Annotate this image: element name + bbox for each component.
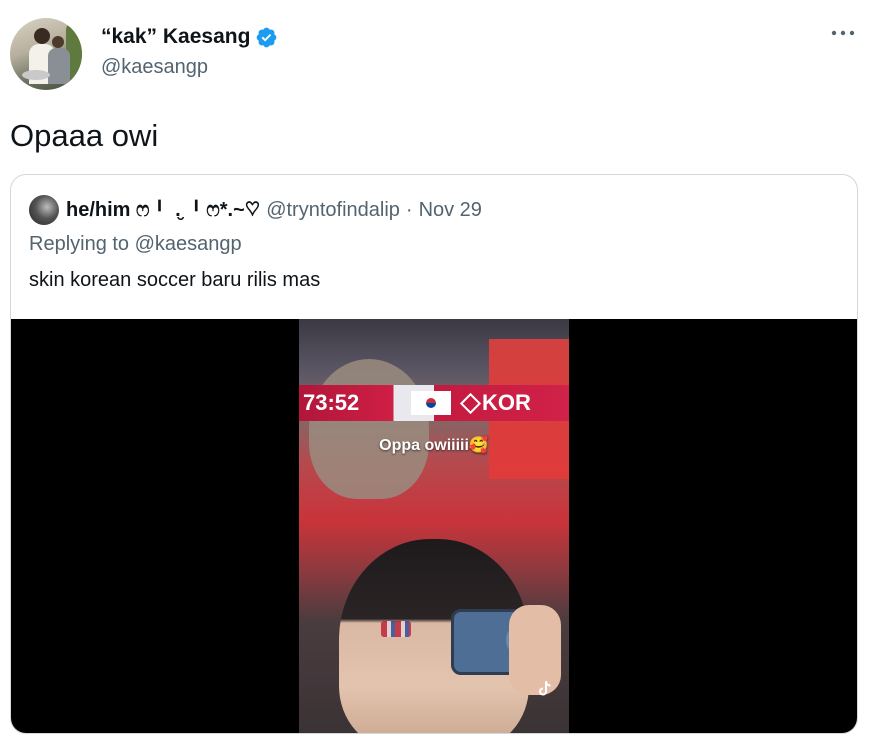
more-options-icon[interactable] — [830, 28, 856, 38]
score-bar: 73:52 KOR — [299, 385, 569, 421]
video-frame: 73:52 KOR Oppa owiiiii🥰 — [299, 319, 569, 733]
author-avatar[interactable] — [10, 18, 82, 90]
tiktok-icon — [539, 680, 551, 696]
author-name-row[interactable]: “kak” Kaesang — [101, 24, 278, 50]
quoted-author-name[interactable]: he/him ෆ╹ .̮ ╹ෆ*.~♡ — [66, 199, 260, 222]
replying-to: Replying to @kaesangp — [29, 233, 242, 255]
author-info: “kak” Kaesang @kaesangp — [101, 24, 278, 80]
quoted-tweet-text: skin korean soccer baru rilis mas — [29, 269, 321, 291]
quoted-tweet-card[interactable]: he/him ෆ╹ .̮ ╹ෆ*.~♡ @tryntofindalip · No… — [10, 174, 858, 734]
korea-flag-icon — [411, 391, 451, 415]
separator-dot: · — [405, 198, 413, 221]
video-caption: Oppa owiiiii🥰 — [379, 437, 489, 454]
video-player[interactable]: 73:52 KOR Oppa owiiiii🥰 — [11, 319, 857, 733]
author-handle[interactable]: @kaesangp — [101, 54, 278, 80]
team-label: KOR — [459, 390, 531, 416]
author-display-name[interactable]: “kak” Kaesang — [101, 24, 250, 50]
quoted-author-avatar[interactable] — [29, 195, 59, 225]
quoted-tweet-header: he/him ෆ╹ .̮ ╹ෆ*.~♡ @tryntofindalip · No… — [29, 195, 482, 225]
verified-badge-icon — [257, 27, 277, 47]
match-time: 73:52 — [303, 390, 360, 415]
tweet-text: Opaaa owi — [10, 118, 159, 153]
quoted-tweet-date[interactable]: Nov 29 — [419, 199, 482, 222]
tweet-header: “kak” Kaesang @kaesangp — [10, 18, 859, 90]
quoted-author-handle[interactable]: @tryntofindalip — [266, 199, 400, 222]
